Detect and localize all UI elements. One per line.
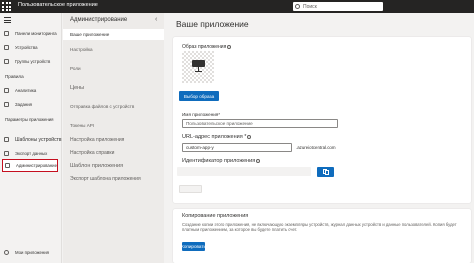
- devices-icon: [4, 45, 9, 50]
- app-url-label: URL-адрес приложения *: [182, 134, 252, 140]
- nav-item-label: Шаблоны устройств: [15, 136, 62, 143]
- search-placeholder: Поиск: [303, 3, 317, 10]
- nav-item-jobs[interactable]: Задания: [2, 99, 58, 110]
- analytics-icon: [4, 88, 9, 93]
- copy-app-button[interactable]: Копировать: [181, 242, 206, 251]
- copy-app-title: Копирование приложения: [182, 213, 249, 219]
- info-icon[interactable]: [256, 158, 261, 163]
- info-icon[interactable]: [247, 134, 252, 139]
- device-templates-icon: [4, 137, 9, 142]
- nav-item-label: Администрирование: [16, 163, 57, 168]
- app-url-input[interactable]: custom-app-y: [182, 143, 292, 152]
- data-export-icon: [4, 151, 9, 156]
- search-box[interactable]: Поиск: [293, 2, 383, 11]
- app-id-label: Идентификатор приложения: [182, 158, 261, 164]
- admin-subnav: Администрирование ‹ Ваше приложение Наст…: [63, 13, 164, 263]
- nav-section-app-settings: Параметры приложения: [5, 117, 54, 122]
- page-title: Ваше приложение: [176, 19, 249, 29]
- info-icon[interactable]: [227, 44, 232, 49]
- select-image-button[interactable]: Выбор образа: [179, 91, 219, 101]
- subnav-title: Администрирование: [70, 17, 128, 23]
- nav-item-device-groups[interactable]: Группы устройств: [2, 56, 58, 67]
- save-button-disabled[interactable]: [179, 185, 202, 193]
- nav-item-label: Задания: [15, 102, 32, 107]
- copy-app-description: Создание копии этого приложения, не вклю…: [182, 222, 457, 232]
- hamburger-menu-icon[interactable]: [4, 17, 11, 25]
- nav-item-dashboards[interactable]: Панели мониторинга: [2, 28, 58, 39]
- subnav-item-help-customization[interactable]: Настройка справки: [70, 150, 114, 156]
- app-name-input[interactable]: Пользовательское приложение: [182, 119, 338, 128]
- dashboard-icon: [4, 31, 9, 36]
- administration-icon: [5, 163, 10, 168]
- search-icon: [295, 3, 300, 9]
- app-image-label: Образ приложения: [182, 44, 232, 50]
- copy-id-button[interactable]: [317, 167, 334, 177]
- app-title: Пользовательское приложение: [18, 2, 98, 8]
- app-launcher-icon[interactable]: [2, 2, 11, 11]
- monitor-icon: [192, 60, 205, 74]
- nav-item-administration[interactable]: Администрирование: [2, 159, 58, 172]
- nav-item-label: Устройства: [15, 45, 38, 50]
- device-groups-icon: [4, 59, 9, 64]
- nav-item-label: Мои приложения: [15, 250, 49, 255]
- nav-item-label: Экспорт данных: [15, 151, 48, 156]
- subnav-item-customization[interactable]: Настройка: [70, 47, 93, 52]
- jobs-icon: [4, 102, 9, 107]
- app-name-label: Имя приложения*: [182, 112, 221, 117]
- subnav-item-your-app[interactable]: Ваше приложение: [63, 29, 164, 40]
- subnav-item-app-customization[interactable]: Настройка приложения: [70, 137, 124, 143]
- app-id-field: [177, 167, 311, 176]
- top-bar: Пользовательское приложение Поиск: [0, 0, 474, 13]
- subnav-item-api-tokens[interactable]: Токены API: [70, 123, 94, 128]
- nav-item-label: Аналитика: [15, 88, 37, 93]
- subnav-item-file-upload[interactable]: Отправка файлов с устройств: [70, 104, 134, 109]
- nav-item-device-templates[interactable]: Шаблоны устройств: [2, 134, 62, 145]
- left-nav: Панели мониторинга Устройства Группы уст…: [0, 13, 62, 263]
- nav-section-rules[interactable]: Правила: [5, 74, 24, 79]
- nav-item-devices[interactable]: Устройства: [2, 42, 58, 53]
- collapse-chevron-icon[interactable]: ‹: [155, 16, 157, 23]
- app-image-preview: [182, 51, 214, 83]
- nav-item-analytics[interactable]: Аналитика: [2, 85, 58, 96]
- subnav-item-roles[interactable]: Роли: [70, 66, 81, 71]
- nav-item-data-export[interactable]: Экспорт данных: [2, 148, 58, 159]
- nav-item-label: Группы устройств: [15, 59, 51, 64]
- subnav-section-app-template: Шаблон приложения: [70, 163, 124, 169]
- app-settings-card: Образ приложения Выбор образа Имя прилож…: [173, 37, 471, 203]
- copy-app-card: Копирование приложения Создание копии эт…: [173, 209, 471, 263]
- subnav-item-pricing[interactable]: Цены: [70, 85, 84, 91]
- subnav-item-export-template[interactable]: Экспорт шаблона приложения: [70, 176, 141, 182]
- app-url-suffix: .azureiotcentral.com: [296, 145, 336, 150]
- nav-item-my-apps[interactable]: Мои приложения: [2, 250, 49, 255]
- globe-icon: [4, 250, 9, 255]
- nav-item-label: Панели мониторинга: [15, 31, 57, 36]
